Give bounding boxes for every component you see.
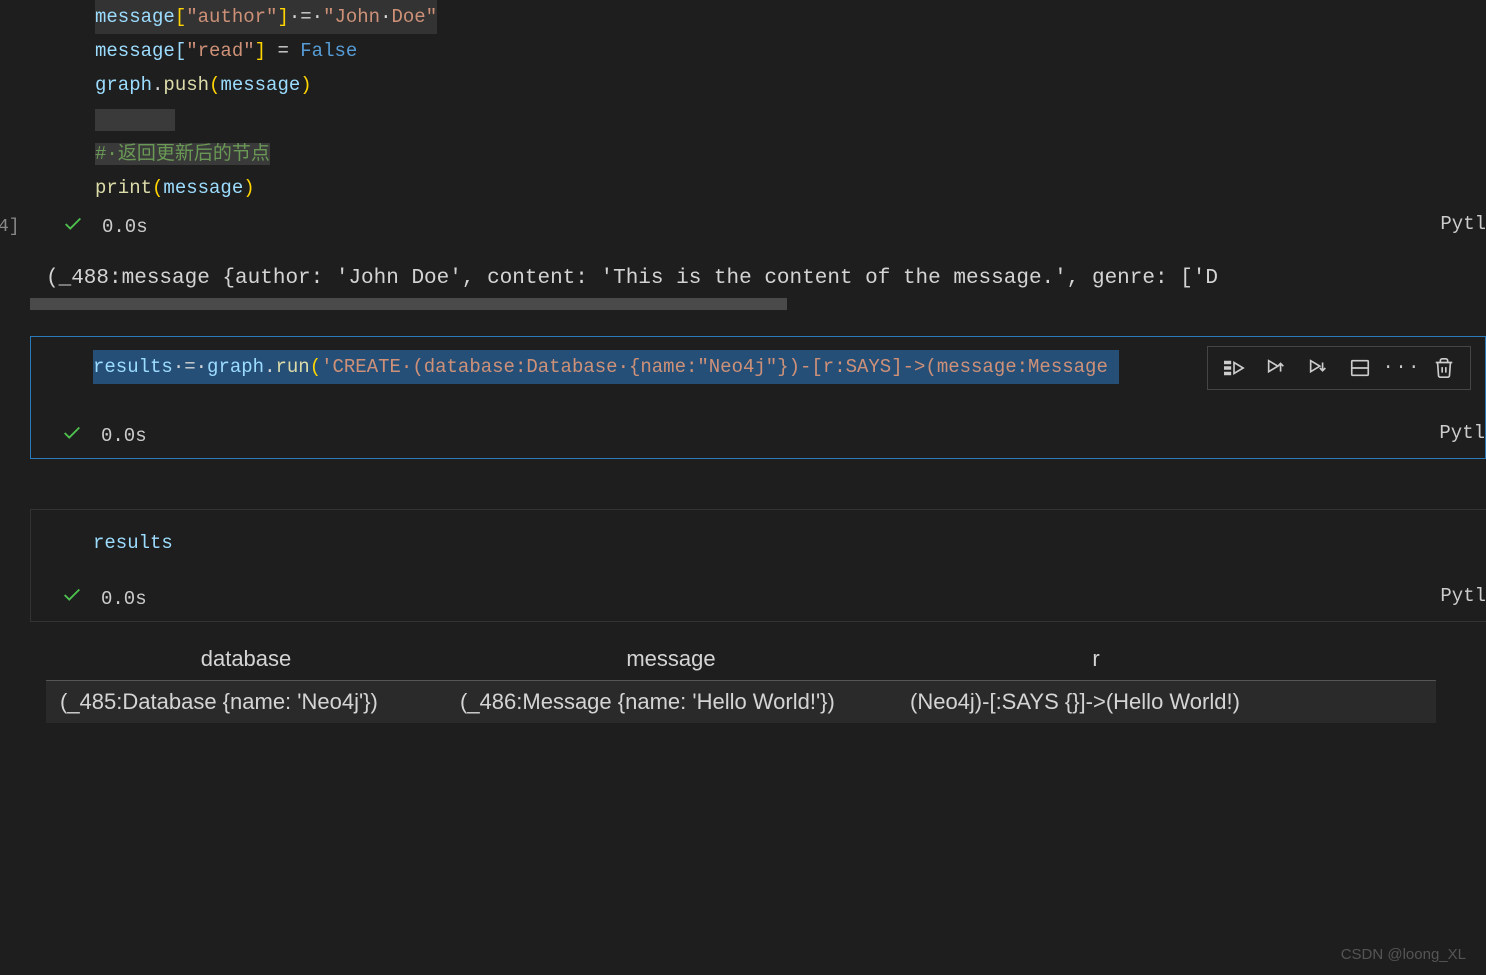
- code-line-blank[interactable]: [0, 103, 1486, 137]
- cell-3[interactable]: results 0.0s Pytl: [30, 509, 1486, 621]
- watermark: CSDN @loong_XL: [1341, 946, 1466, 963]
- code-line-results-var[interactable]: results: [31, 526, 1486, 560]
- execution-count: 4]: [0, 217, 20, 237]
- check-icon: [61, 584, 91, 613]
- horizontal-scrollbar[interactable]: [30, 298, 1486, 310]
- split-cell-icon[interactable]: [1348, 356, 1372, 380]
- cell-database: (_485:Database {name: 'Neo4j'}): [46, 681, 446, 723]
- code-line-comment[interactable]: #·返回更新后的节点: [0, 137, 1486, 171]
- check-icon: [61, 422, 91, 451]
- cell-1-status: 4] 0.0s Pytl: [0, 205, 1486, 249]
- execution-time: 0.0s: [102, 216, 148, 238]
- code-line-3[interactable]: graph.push(message): [0, 68, 1486, 102]
- check-icon: [62, 213, 92, 242]
- more-icon[interactable]: ···: [1390, 356, 1414, 380]
- language-badge: Pytl: [1440, 585, 1486, 607]
- scrollbar-thumb[interactable]: [30, 298, 787, 310]
- cell-1-output: (_488:message {author: 'John Doe', conte…: [0, 267, 1486, 290]
- code-line-2[interactable]: message["read"] = False: [0, 34, 1486, 68]
- code-line-1[interactable]: message["author"]·=·"John·Doe": [0, 0, 1486, 34]
- column-header-message: message: [446, 638, 896, 680]
- cell-toolbar: ···: [1207, 346, 1471, 390]
- cell-1: message["author"]·=·"John·Doe" message["…: [0, 0, 1486, 249]
- execution-time: 0.0s: [101, 588, 147, 610]
- run-by-line-icon[interactable]: [1222, 356, 1246, 380]
- cell-2-status: 0.0s Pytl: [31, 414, 1485, 458]
- delete-icon[interactable]: [1432, 356, 1456, 380]
- cell-message: (_486:Message {name: 'Hello World!'}): [446, 681, 896, 723]
- execution-time: 0.0s: [101, 425, 147, 447]
- table-row: (_485:Database {name: 'Neo4j'}) (_486:Me…: [46, 681, 1436, 723]
- language-badge: Pytl: [1440, 213, 1486, 235]
- run-above-icon[interactable]: [1264, 356, 1288, 380]
- results-table: database message r (_485:Database {name:…: [46, 638, 1436, 723]
- column-header-database: database: [46, 638, 446, 680]
- run-below-icon[interactable]: [1306, 356, 1330, 380]
- cell-r: (Neo4j)-[:SAYS {}]->(Hello World!): [896, 681, 1296, 723]
- cell-3-status: 0.0s Pytl: [31, 577, 1486, 621]
- column-header-r: r: [896, 638, 1296, 680]
- code-line-5[interactable]: print(message): [0, 171, 1486, 205]
- language-badge: Pytl: [1439, 422, 1485, 444]
- table-header-row: database message r: [46, 638, 1436, 681]
